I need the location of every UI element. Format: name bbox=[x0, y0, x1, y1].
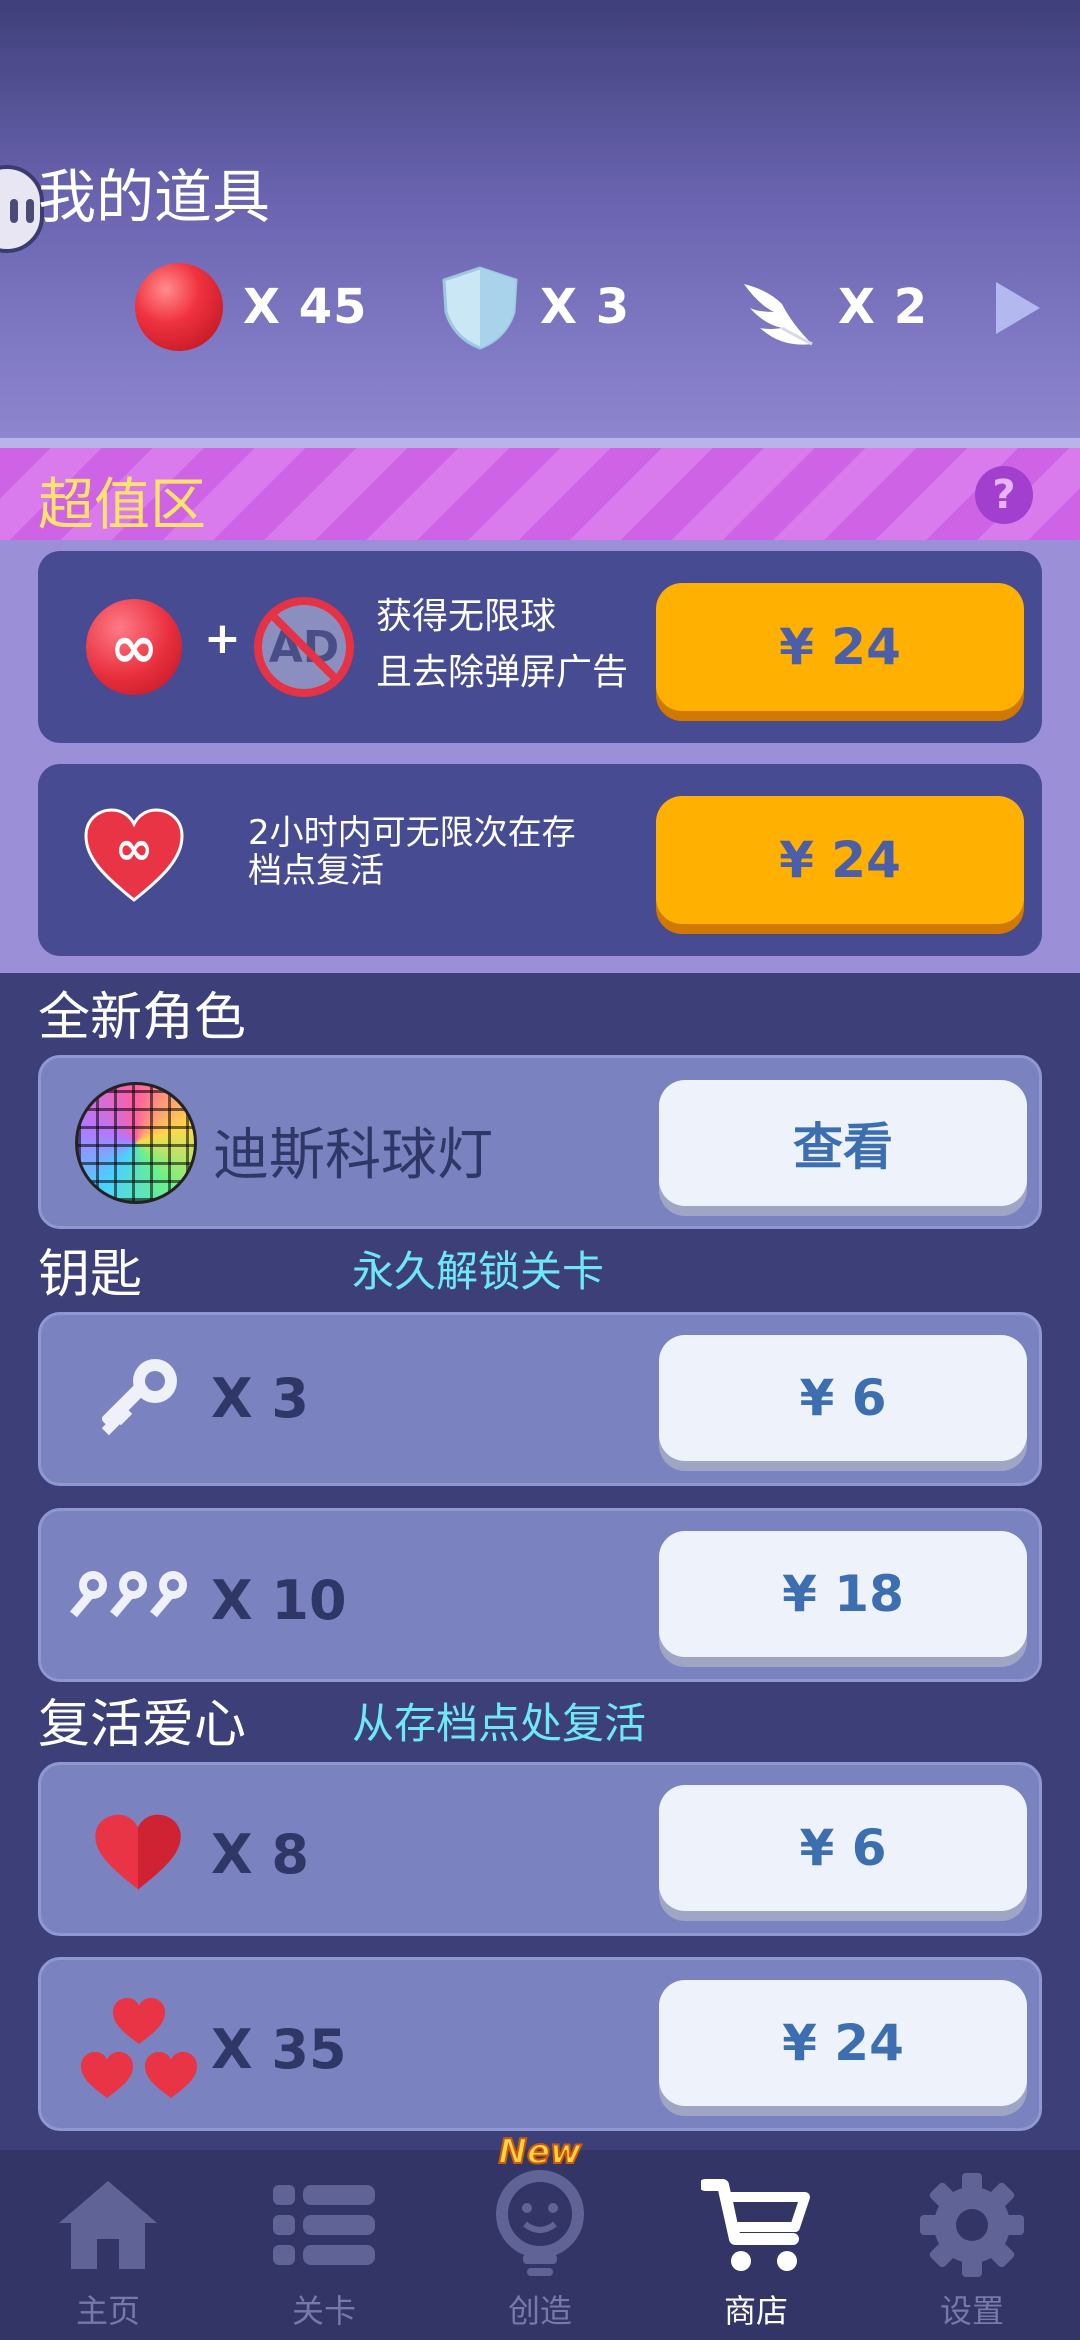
infinity-ball-icon: ∞ bbox=[86, 599, 182, 695]
buy-heart-pack-8-button[interactable]: ¥ 6 bbox=[659, 1785, 1027, 1911]
nav-home-label: 主页 bbox=[75, 2292, 140, 2330]
nav-home[interactable]: 主页 bbox=[0, 2150, 216, 2340]
key-pack-3-qty: X 3 bbox=[211, 1367, 310, 1430]
buy-unlimited-balls-button[interactable]: ¥ 24 bbox=[656, 583, 1024, 711]
shield-icon bbox=[442, 266, 518, 350]
keys-subtitle: 永久解锁关卡 bbox=[352, 1247, 605, 1296]
view-character-button[interactable]: 查看 bbox=[659, 1080, 1027, 1206]
new-character-card: 迪斯科球灯 查看 bbox=[38, 1055, 1042, 1229]
offer1-line2: 且去除弹屏广告 bbox=[376, 652, 629, 693]
bottom-nav: 主页 关卡 New 创造 商店 设置 bbox=[0, 2131, 1080, 2340]
wing-count-label: X 2 bbox=[838, 279, 929, 335]
lightbulb-icon bbox=[485, 2170, 595, 2280]
infinity-heart-symbol: ∞ bbox=[115, 821, 153, 875]
disco-ball-icon bbox=[75, 1082, 197, 1204]
wing-count: X 2 bbox=[738, 262, 928, 352]
shield-count-label: X 3 bbox=[540, 279, 631, 335]
gear-icon bbox=[917, 2170, 1027, 2280]
buy-heart-pack-35-button[interactable]: ¥ 24 bbox=[659, 1980, 1027, 2106]
offer1-line1: 获得无限球 bbox=[376, 596, 557, 637]
buy-key-pack-10-button[interactable]: ¥ 18 bbox=[659, 1531, 1027, 1657]
key-pack-10-card: X 10 ¥ 18 bbox=[38, 1508, 1042, 1682]
no-ad-icon: AD bbox=[254, 597, 354, 697]
wing-icon bbox=[744, 284, 813, 346]
offer2-text: 2小时内可无限次在存 档点复活 bbox=[248, 814, 576, 890]
offer2-line1: 2小时内可无限次在存 bbox=[248, 813, 576, 853]
divider bbox=[0, 438, 1080, 448]
infinity-heart-icon: ∞ bbox=[84, 808, 184, 902]
keys-title: 钥匙 bbox=[38, 1245, 143, 1305]
revive-hearts-title: 复活爱心 bbox=[38, 1695, 247, 1755]
list-icon bbox=[269, 2170, 379, 2280]
nav-settings-label: 设置 bbox=[939, 2292, 1004, 2330]
nav-shop-label: 商店 bbox=[723, 2292, 788, 2330]
ball-count: X 45 bbox=[135, 262, 368, 352]
heart-pack-8-qty: X 8 bbox=[211, 1823, 310, 1886]
value-zone-header: 超值区 ? bbox=[0, 448, 1080, 540]
home-icon bbox=[53, 2170, 163, 2280]
key-pack-3-card: X 3 ¥ 6 bbox=[38, 1312, 1042, 1486]
new-badge: New bbox=[498, 2131, 583, 2173]
plus-icon: + bbox=[204, 613, 241, 664]
key-pack-10-qty: X 10 bbox=[211, 1569, 347, 1632]
nav-shop[interactable]: 商店 bbox=[648, 2150, 864, 2340]
my-items-title: 我的道具 bbox=[38, 163, 271, 231]
three-hearts-icon bbox=[81, 1998, 197, 2098]
shield-count: X 3 bbox=[440, 262, 630, 352]
new-character-title: 全新角色 bbox=[38, 988, 247, 1048]
three-keys-icon bbox=[70, 1571, 187, 1618]
character-name: 迪斯科球灯 bbox=[213, 1123, 493, 1188]
value-zone: 超值区 ? ∞ + AD 获得无限球 且去除弹屏广告 ¥ 24 ∞ 2小时内可无… bbox=[0, 448, 1080, 973]
nav-levels-label: 关卡 bbox=[291, 2292, 356, 2330]
buy-key-pack-3-button[interactable]: ¥ 6 bbox=[659, 1335, 1027, 1461]
key-icon bbox=[101, 1359, 177, 1436]
heart-pack-35-qty: X 35 bbox=[211, 2018, 347, 2081]
next-page-arrow-icon[interactable] bbox=[996, 282, 1040, 334]
offer-unlimited-revive-card: ∞ 2小时内可无限次在存 档点复活 ¥ 24 bbox=[38, 764, 1042, 956]
buy-unlimited-revive-button[interactable]: ¥ 24 bbox=[656, 796, 1024, 924]
revive-hearts-subtitle: 从存档点处复活 bbox=[352, 1699, 647, 1748]
red-ball-icon bbox=[135, 263, 223, 351]
heart-pack-8-card: X 8 ¥ 6 bbox=[38, 1762, 1042, 1936]
offer2-line2: 档点复活 bbox=[248, 851, 384, 891]
value-zone-title: 超值区 bbox=[38, 473, 206, 538]
help-button[interactable]: ? bbox=[975, 466, 1033, 524]
offer-unlimited-balls-card: ∞ + AD 获得无限球 且去除弹屏广告 ¥ 24 bbox=[38, 551, 1042, 743]
nav-levels[interactable]: 关卡 bbox=[216, 2150, 432, 2340]
ball-count-label: X 45 bbox=[243, 279, 368, 335]
heart-icon bbox=[95, 1814, 181, 1890]
cart-icon bbox=[701, 2170, 811, 2280]
nav-create-label: 创造 bbox=[507, 2292, 572, 2330]
heart-pack-35-card: X 35 ¥ 24 bbox=[38, 1957, 1042, 2131]
nav-settings[interactable]: 设置 bbox=[864, 2150, 1080, 2340]
nav-create[interactable]: New 创造 bbox=[432, 2131, 648, 2340]
